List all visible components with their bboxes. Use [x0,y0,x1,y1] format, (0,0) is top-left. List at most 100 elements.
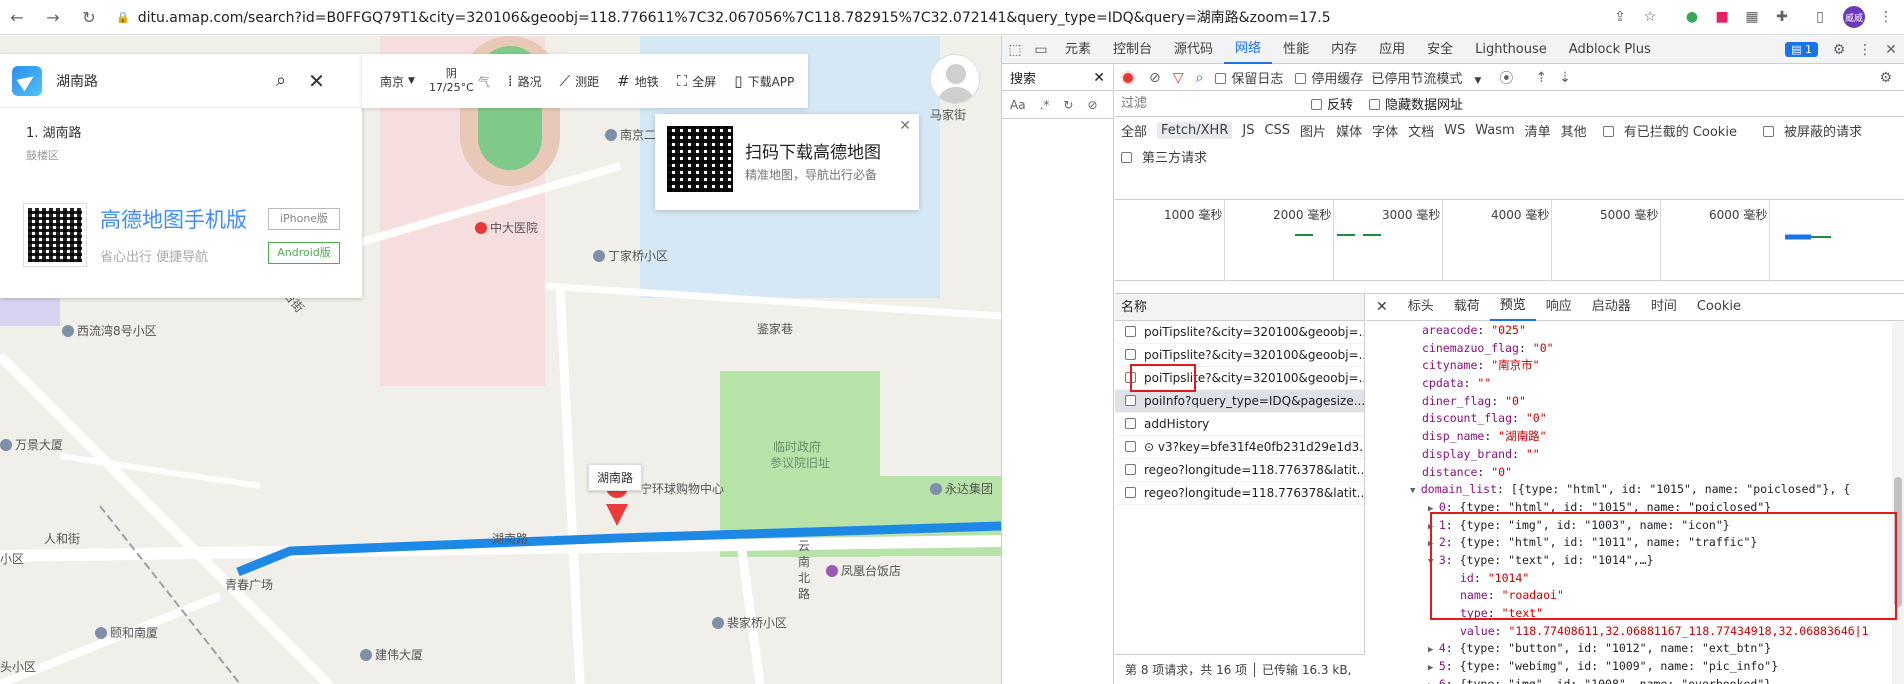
blocked-requests-checkbox[interactable]: 被屏蔽的请求 [1762,121,1872,140]
search-result-item[interactable]: 1. 湖南路 [0,108,362,141]
collapsed-arrow-icon[interactable]: ▶ [1428,663,1439,673]
close-icon[interactable]: ✕ [1366,299,1398,315]
disable-cache-checkbox[interactable]: 停用缓存 [1295,68,1363,87]
detail-tab[interactable]: 时间 [1641,294,1687,320]
type-filter-6[interactable]: 字体 [1372,121,1398,140]
filter-input[interactable] [1121,93,1301,114]
search-input[interactable] [56,72,266,89]
throttle-select[interactable]: 已停用节流模式 ▼ [1371,68,1481,87]
type-filter-1[interactable]: Fetch/XHR [1157,121,1233,139]
subway-button[interactable]: # 地铁 [617,72,659,90]
detail-tab[interactable]: 启动器 [1582,294,1641,320]
collapsed-arrow-icon[interactable]: ▶ [1428,645,1439,655]
devtools-tab[interactable]: 应用 [1368,36,1416,64]
collapsed-arrow-icon[interactable]: ▶ [1428,539,1439,549]
close-icon[interactable]: ✕ [899,118,911,134]
request-row[interactable]: poiInfo?query_type=IDQ&pagesize... [1115,390,1364,413]
row-checkbox[interactable] [1125,349,1136,360]
scrollbar-thumb[interactable] [1894,477,1902,607]
request-row[interactable]: poiTipslite?&city=320100&geoobj=... [1115,344,1364,367]
type-filter-0[interactable]: 全部 [1121,121,1147,140]
traffic-button[interactable]: ⁞ 路况 [508,72,542,90]
devtools-tab[interactable]: Lighthouse [1464,36,1558,64]
hide-data-url-checkbox[interactable]: 隐藏数据网址 [1369,94,1463,113]
blocked-cookies-checkbox[interactable]: 有已拦截的 Cookie [1602,121,1747,140]
map-canvas[interactable]: 马家街 南京二 中大医院 丁家桥小区 马台街 西流湾8号小区 鉴家巷 临时政府 … [0,36,1001,684]
row-checkbox[interactable] [1125,487,1136,498]
back-icon[interactable]: ← [6,6,28,28]
messages-badge[interactable]: ▤ 1 [1785,42,1818,57]
network-settings-icon[interactable]: ⚙ [1879,70,1892,86]
clear-icon[interactable]: ⊘ [1087,98,1097,112]
user-avatar[interactable] [930,54,980,104]
devtools-tab[interactable]: 元素 [1054,36,1102,64]
extension-evernote-icon[interactable]: ● [1682,7,1702,27]
search-icon[interactable]: ⌕ [276,70,286,91]
match-case-toggle[interactable]: Aa [1010,98,1026,112]
device-toggle-icon[interactable]: ▭ [1028,42,1054,58]
preview-scrollbar[interactable] [1892,322,1904,684]
devtools-tab[interactable]: 控制台 [1102,36,1163,64]
row-checkbox[interactable] [1125,418,1136,429]
record-icon[interactable] [1121,70,1135,85]
reload-icon[interactable]: ↻ [78,6,100,28]
type-filter-11[interactable]: 其他 [1561,121,1587,140]
request-row[interactable]: ⊙ v3?key=bfe31f4e0fb231d29e1d3... [1115,436,1364,459]
extension-grid-icon[interactable]: ▦ [1742,7,1762,27]
devtools-tab[interactable]: 性能 [1272,36,1320,64]
expanded-arrow-icon[interactable]: ▼ [1410,486,1421,496]
extensions-puzzle-icon[interactable]: ✚ [1772,7,1792,27]
lock-icon[interactable]: 🔒 [116,11,130,24]
third-party-checkbox[interactable]: 第三方请求 [1121,147,1217,166]
browser-menu-icon[interactable]: ⋮ [1876,7,1896,27]
url-bar[interactable]: ditu.amap.com/search?id=B0FFGQ79T1&city=… [138,7,1538,27]
fullscreen-button[interactable]: ⛶ 全屏 [677,72,717,90]
preserve-log-checkbox[interactable]: 保留日志 [1215,68,1283,87]
import-har-icon[interactable]: ⇡ [1535,70,1547,86]
detail-tab[interactable]: 标头 [1398,294,1444,320]
export-har-icon[interactable]: ⇣ [1559,70,1571,86]
row-checkbox[interactable] [1125,464,1136,475]
share-icon[interactable]: ⇪ [1610,7,1630,27]
json-line[interactable]: ▶ 2: {type: "html", id: "1011", name: "t… [1366,534,1890,552]
row-checkbox[interactable] [1125,326,1136,337]
json-line[interactable]: ▼ domain_list: [{type: "html", id: "1015… [1366,481,1890,499]
type-filter-2[interactable]: JS [1242,123,1254,138]
city-selector[interactable]: 南京 ▼ [380,73,415,90]
json-line[interactable]: ▶ 5: {type: "webimg", id: "1009", name: … [1366,658,1890,676]
weather-widget[interactable]: 阴 17/25°C [429,67,474,95]
invert-checkbox[interactable]: 反转 [1311,94,1353,113]
ranging-button[interactable]: ⟋ 测距 [560,72,600,90]
devtools-tab[interactable]: 内存 [1320,36,1368,64]
close-devtools-icon[interactable]: ✕ [1878,42,1904,58]
collapsed-arrow-icon[interactable]: ▶ [1428,522,1439,532]
type-filter-9[interactable]: Wasm [1475,123,1514,138]
type-filter-3[interactable]: CSS [1264,123,1290,138]
search-icon[interactable]: ⌕ [1196,70,1204,86]
expanded-arrow-icon[interactable]: ▼ [1428,557,1439,567]
devtools-tab[interactable]: 安全 [1416,36,1464,64]
detail-tab[interactable]: 预览 [1489,293,1536,321]
request-row[interactable]: addHistory [1115,413,1364,436]
detail-tab[interactable]: 响应 [1536,294,1582,320]
row-checkbox[interactable] [1125,372,1136,383]
devtools-tab[interactable]: Adblock Plus [1558,36,1662,64]
detail-tab[interactable]: Cookie [1687,294,1751,320]
android-button[interactable]: Android版 [268,242,340,264]
settings-gear-icon[interactable]: ⚙ [1826,42,1852,58]
iphone-button[interactable]: iPhone版 [268,208,340,230]
devtools-tab[interactable]: 源代码 [1163,36,1224,64]
json-line[interactable]: ▶ 0: {type: "html", id: "1015", name: "p… [1366,499,1890,517]
type-filter-5[interactable]: 媒体 [1336,121,1362,140]
collapsed-arrow-icon[interactable]: ▶ [1428,504,1439,514]
amap-logo-icon[interactable] [12,65,42,96]
filter-icon[interactable]: ▽ [1173,70,1184,86]
name-column-header[interactable]: 名称 [1115,293,1364,321]
json-line[interactable]: ▶ 4: {type: "button", id: "1012", name: … [1366,640,1890,658]
request-row[interactable]: poiTipslite?&city=320100&geoobj=... [1115,367,1364,390]
json-line[interactable]: ▶ 1: {type: "img", id: "1003", name: "ic… [1366,517,1890,535]
refresh-icon[interactable]: ↻ [1063,98,1073,112]
request-row[interactable]: poiTipslite?&city=320100&geoobj=... [1115,321,1364,344]
request-row[interactable]: regeo?longitude=118.776378&latit... [1115,482,1364,505]
forward-icon[interactable]: → [42,6,64,28]
